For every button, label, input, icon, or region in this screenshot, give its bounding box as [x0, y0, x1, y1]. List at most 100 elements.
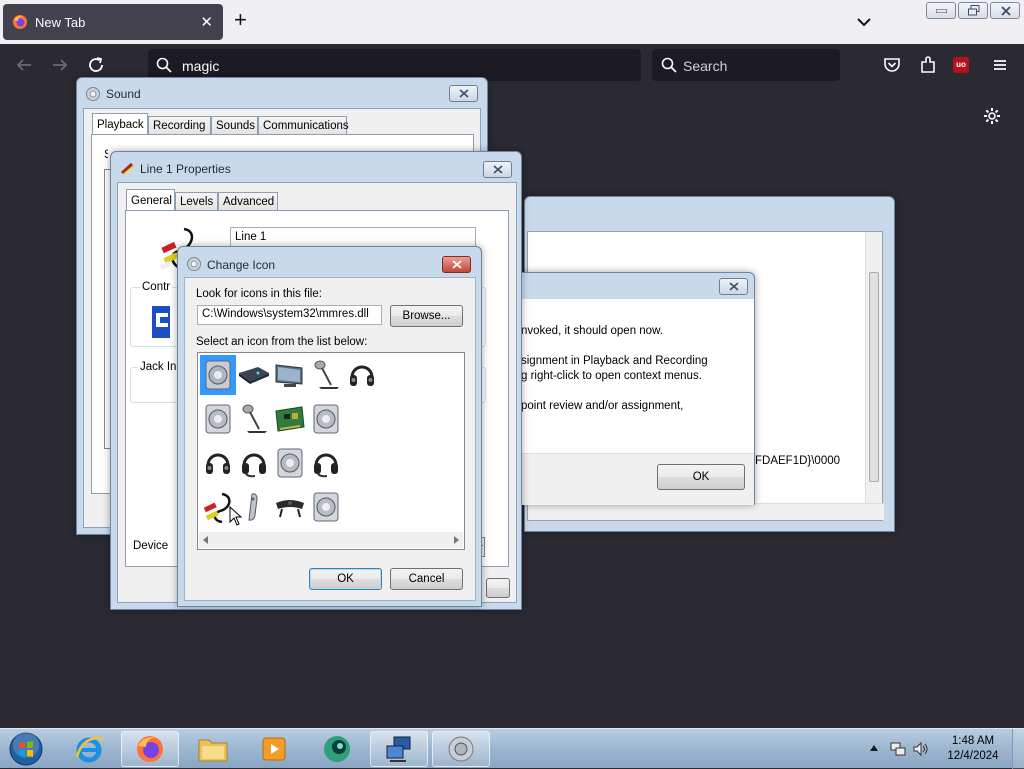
icon-cell-headphones[interactable]	[344, 355, 380, 395]
taskbar-sound-button[interactable]	[432, 731, 490, 767]
firefox-icon	[137, 736, 163, 762]
pocket-icon[interactable]	[880, 53, 904, 77]
ublock-icon[interactable]: uo	[953, 57, 969, 73]
clock-time: 1:48 AM	[951, 735, 995, 747]
info-ok-button[interactable]: OK	[657, 464, 745, 490]
speaker-icon	[187, 257, 201, 271]
volume-tray-icon[interactable]	[913, 741, 929, 757]
change-icon-dialog: Change Icon Look for icons in this file:…	[177, 246, 482, 607]
system-clock[interactable]: 1:48 AM 12/4/2024	[938, 734, 1008, 764]
start-button[interactable]	[0, 731, 52, 767]
chevron-down-icon[interactable]	[855, 13, 873, 31]
device-name-field[interactable]: Line 1	[230, 227, 476, 248]
tab-new-tab[interactable]: New Tab ✕	[3, 4, 223, 40]
tab-close-icon[interactable]: ✕	[200, 13, 213, 31]
icon-cell-speaker-4[interactable]	[308, 487, 344, 527]
network-tray-icon[interactable]	[890, 741, 906, 757]
icon-list-scrollbar[interactable]	[199, 532, 463, 548]
new-tab-plus-icon[interactable]: +	[234, 9, 247, 31]
search-icon	[156, 57, 172, 73]
tab-playback[interactable]: Playback	[92, 113, 148, 135]
sound-close-button[interactable]	[449, 85, 478, 102]
explorer-folder-icon	[198, 739, 228, 762]
tab-advanced[interactable]: Advanced	[218, 192, 278, 211]
icon-cell-microphone[interactable]	[308, 355, 344, 395]
media-player-icon	[262, 737, 286, 761]
browse-button[interactable]: Browse...	[390, 305, 463, 327]
taskbar: 1:48 AM 12/4/2024	[0, 728, 1024, 769]
close-window-button[interactable]	[990, 2, 1020, 19]
icon-cell-speaker[interactable]	[200, 399, 236, 439]
icon-file-path-field[interactable]: C:\Windows\system32\mmres.dll	[197, 305, 382, 325]
scroll-right-arrow-icon[interactable]	[454, 536, 459, 544]
icon-cell-headset[interactable]	[236, 443, 272, 483]
headset-icon	[242, 453, 266, 478]
scroll-left-arrow-icon[interactable]	[203, 536, 208, 544]
select-icon-label: Select an icon from the list below:	[196, 336, 368, 348]
info-line-1: nvoked, it should open now.	[521, 325, 663, 337]
jack-info-label: Jack In	[138, 361, 179, 373]
extensions-icon[interactable]	[916, 53, 940, 77]
show-desktop-button[interactable]	[1012, 729, 1024, 769]
url-input[interactable]: magic	[182, 58, 219, 74]
tab-general[interactable]: General	[126, 189, 175, 211]
taskbar-ie-button[interactable]	[60, 731, 118, 767]
ok-button[interactable]: OK	[309, 568, 382, 590]
apply-button[interactable]	[486, 578, 510, 598]
info-dialog-close-button[interactable]	[719, 278, 748, 295]
cancel-button[interactable]: Cancel	[390, 568, 463, 590]
icon-cell-webcam[interactable]	[272, 487, 308, 527]
taskbar-firefox-button[interactable]	[121, 731, 179, 767]
reload-icon[interactable]	[84, 53, 108, 77]
tab-sounds[interactable]: Sounds	[211, 116, 258, 135]
line1-title: Line 1 Properties	[140, 162, 231, 176]
firefox-icon	[13, 15, 27, 29]
icon-cell-monitor[interactable]	[272, 355, 308, 395]
info-dialog-body: nvoked, it should open now. signment in …	[501, 299, 754, 505]
taskbar-control-panel-button[interactable]	[370, 731, 428, 767]
show-hidden-icons-icon[interactable]	[870, 745, 878, 751]
search-bar[interactable]: Search	[652, 49, 840, 81]
forward-arrow-icon[interactable]	[48, 53, 72, 77]
icon-cell-headset-2[interactable]	[308, 443, 344, 483]
clock-date: 12/4/2024	[947, 750, 999, 762]
menu-hamburger-icon[interactable]	[988, 53, 1012, 77]
horizontal-scrollbar[interactable]	[528, 503, 884, 520]
microphone-icon	[242, 404, 267, 433]
change-icon-close-button[interactable]	[442, 256, 471, 273]
back-arrow-icon[interactable]	[12, 53, 36, 77]
headphones-icon	[206, 453, 230, 474]
taskbar-app-button[interactable]	[308, 731, 366, 767]
rca-cable-icon	[120, 162, 135, 175]
line1-close-button[interactable]	[483, 161, 512, 178]
speaker-icon	[205, 360, 231, 390]
look-for-icons-label: Look for icons in this file:	[196, 288, 322, 300]
icon-cell-speaker-3[interactable]	[272, 443, 308, 483]
controller-icon	[152, 306, 170, 338]
speaker-icon	[205, 404, 231, 434]
controller-label: Contr	[140, 281, 173, 293]
taskbar-media-player-button[interactable]	[245, 731, 303, 767]
tab-levels[interactable]: Levels	[175, 192, 218, 211]
speaker-icon	[86, 87, 100, 101]
start-orb-icon	[9, 732, 43, 766]
browser-titlebar: New Tab ✕ +	[0, 0, 1024, 44]
gear-icon[interactable]	[982, 106, 1002, 126]
tab-recording[interactable]: Recording	[148, 116, 211, 135]
tab-communications[interactable]: Communications	[258, 116, 349, 135]
tab-title: New Tab	[35, 15, 86, 30]
playback-instruction: Select a playback device below to modify…	[104, 149, 108, 161]
icon-cell-receiver[interactable]	[236, 355, 272, 395]
mouse-cursor-icon	[229, 506, 243, 526]
icon-cell-microphone-2[interactable]	[236, 399, 272, 439]
minimize-button[interactable]	[926, 2, 956, 19]
icon-cell-sound-card[interactable]	[272, 399, 308, 439]
icon-cell-speaker-selected[interactable]	[200, 355, 236, 395]
change-icon-title: Change Icon	[207, 258, 276, 272]
search-placeholder[interactable]: Search	[683, 58, 727, 74]
restore-button[interactable]	[958, 2, 988, 19]
taskbar-explorer-button[interactable]	[184, 731, 242, 767]
vertical-scrollbar[interactable]	[865, 232, 882, 504]
icon-cell-headphones-2[interactable]	[200, 443, 236, 483]
icon-cell-speaker-2[interactable]	[308, 399, 344, 439]
